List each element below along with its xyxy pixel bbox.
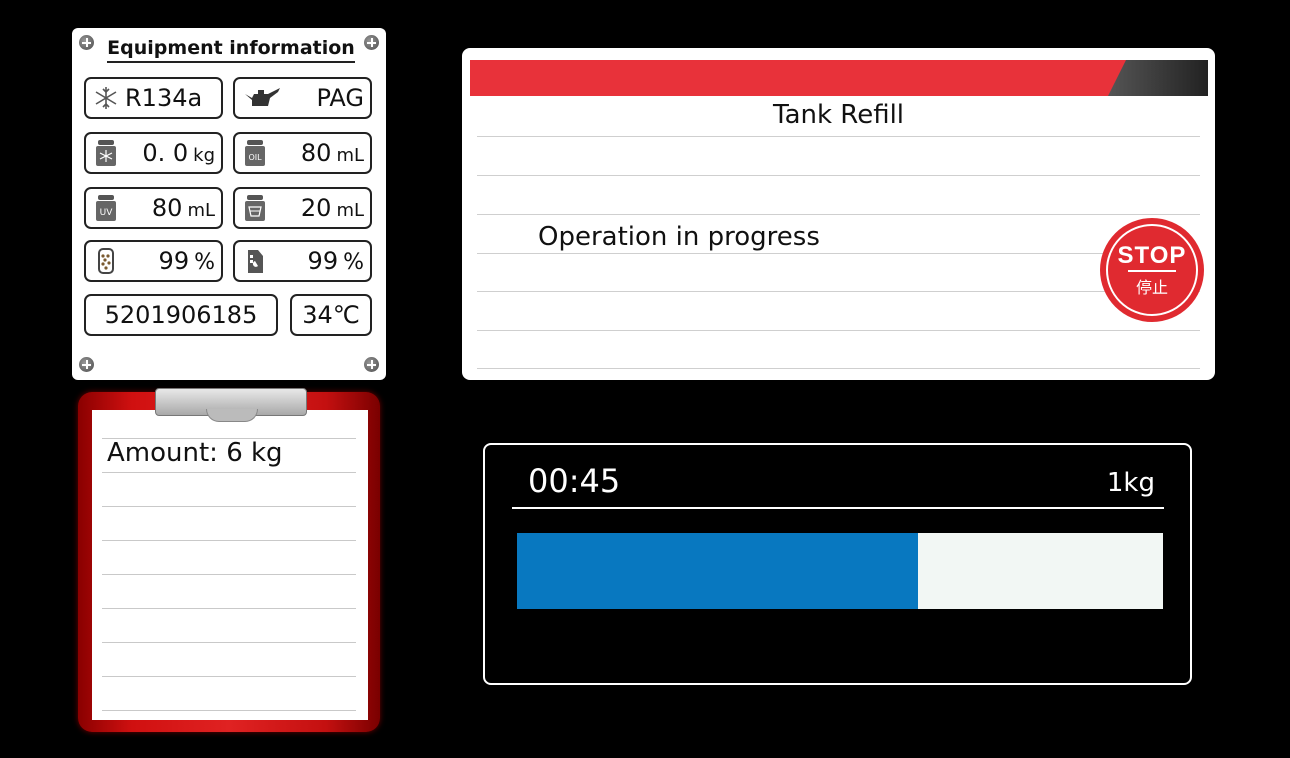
refill-amount-text: Amount: 6 kg [107, 438, 283, 468]
stop-label-cn: 停止 [1135, 278, 1168, 297]
refrigerant-type-cell: R134a [84, 77, 223, 119]
svg-text:OIL: OIL [248, 153, 262, 162]
progress-divider [512, 507, 1164, 509]
filter-level-value: 99 [158, 247, 190, 275]
oil-amount-cell: OIL 80 mL [233, 132, 372, 174]
temperature-cell: 34℃ [290, 294, 372, 336]
progress-bar [517, 533, 1163, 609]
oil-jug-icon [248, 250, 263, 273]
svg-text:UV: UV [100, 208, 114, 218]
refrigerant-amount-cell: 0. 0 kg [84, 132, 223, 174]
stop-button[interactable]: STOP 停止 [1100, 218, 1204, 322]
refrigerant-type-value: R134a [125, 84, 203, 112]
waste-oil-amount-cell: 20 mL [233, 187, 372, 229]
serial-number-cell: 5201906185 [84, 294, 278, 336]
screw-icon [364, 35, 379, 50]
refrigerant-amount-value: 0. 0 [142, 139, 189, 167]
uv-amount-cell: UV 80 mL [84, 187, 223, 229]
refrigerant-bottle-icon [96, 140, 116, 166]
oil-can-icon [245, 88, 280, 106]
temperature-value: 34℃ [302, 301, 360, 329]
waste-oil-amount-value: 20 [300, 194, 332, 222]
tank-refill-title: Tank Refill [772, 100, 905, 130]
equipment-info-panel: Equipment information R134a PAG 0. 0kg [72, 28, 386, 380]
filter-level-unit: % [194, 250, 215, 275]
tank-refill-panel [462, 48, 1215, 380]
waste-oil-amount-unit: mL [336, 200, 364, 221]
clipboard-clip [155, 388, 307, 422]
elapsed-time: 00:45 [528, 462, 621, 500]
stop-label: STOP [1117, 242, 1187, 269]
uv-bottle-icon: UV [96, 195, 116, 221]
refrigerant-amount-unit: kg [193, 145, 215, 166]
serial-number-value: 5201906185 [104, 301, 258, 329]
filled-mass: 1kg [1106, 468, 1155, 498]
oil-amount-unit: mL [336, 145, 364, 166]
operation-status-text: Operation in progress [538, 222, 820, 252]
oil-level-unit: % [343, 250, 364, 275]
equipment-info-title: Equipment information [107, 37, 355, 63]
screw-icon [364, 357, 379, 372]
tank-header-bar [470, 60, 1208, 96]
oil-type-value: PAG [316, 84, 364, 112]
filter-cartridge-icon [98, 248, 114, 274]
oil-bottle-icon: OIL [245, 140, 265, 166]
progress-bar-fill [517, 533, 918, 609]
uv-amount-value: 80 [151, 194, 183, 222]
oil-type-cell: PAG [233, 77, 372, 119]
screw-icon [79, 35, 94, 50]
uv-amount-unit: mL [187, 200, 215, 221]
oil-level-cell: 99% [233, 240, 372, 282]
filter-level-cell: 99% [84, 240, 223, 282]
waste-oil-bottle-icon [245, 195, 265, 221]
oil-level-value: 99 [307, 247, 339, 275]
snowflake-icon [95, 87, 117, 109]
screw-icon [79, 357, 94, 372]
oil-amount-value: 80 [300, 139, 332, 167]
